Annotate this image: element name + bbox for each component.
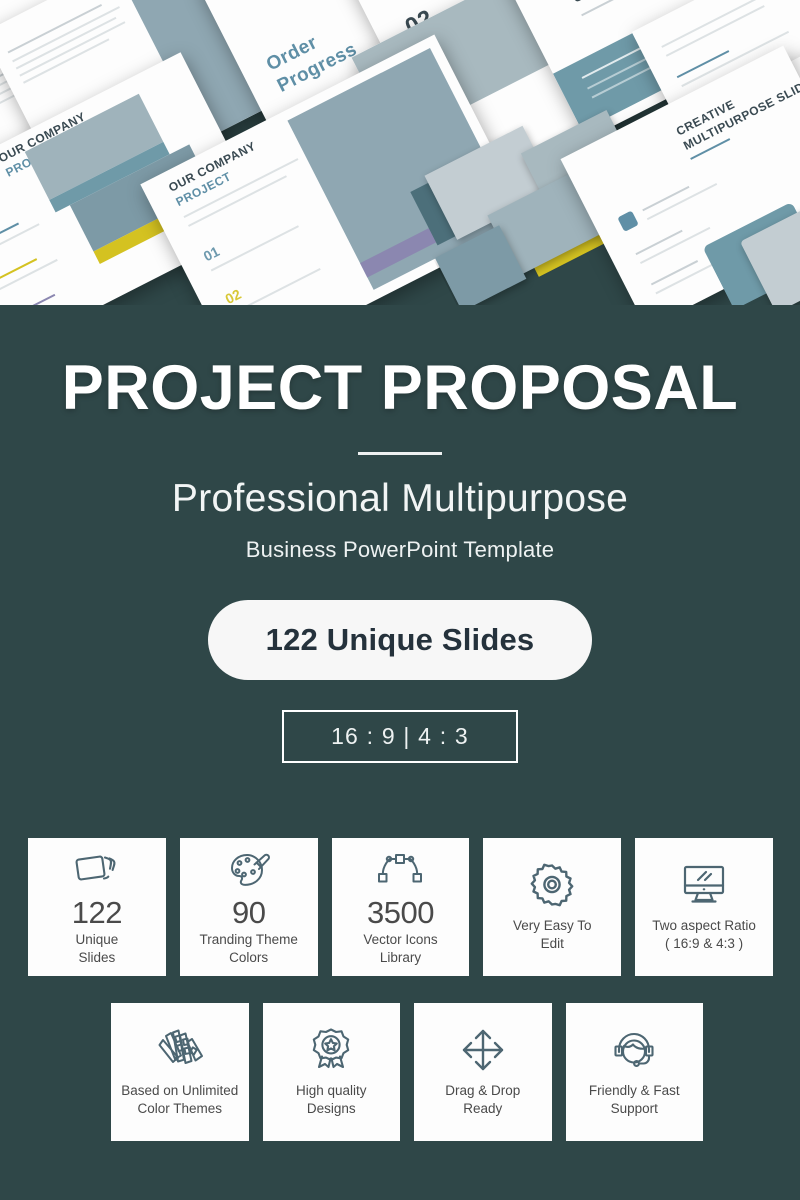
color-swatches-icon	[154, 1027, 206, 1073]
feature-card-label: Based on Unlimited Color Themes	[121, 1082, 239, 1116]
feature-card-number: 90	[231, 895, 266, 931]
feature-card-aspect-ratio[interactable]: Two aspect Ratio( 16:9 & 4:3 )	[635, 838, 773, 976]
feature-card-label: Very Easy To Edit	[513, 917, 592, 951]
feature-card-unique-slides[interactable]: 122 Unique Slides	[28, 838, 166, 976]
hero-subtitle: Professional Multipurpose	[171, 477, 629, 520]
feature-cards-row-1: 122 Unique Slides 90 Tranding Theme Colo…	[28, 838, 773, 976]
feature-card-easy-to-edit[interactable]: Very Easy To Edit	[483, 838, 622, 976]
feature-card-vector-icons[interactable]: 3500 Vector Icons Library	[331, 838, 470, 976]
palette-icon	[227, 847, 271, 893]
aspect-ratio-box-wrap: 16 : 9 | 4 : 3	[0, 709, 800, 763]
hero-subtitle-secondary: Business PowerPoint Template	[245, 536, 555, 562]
slides-count-badge-wrap: 122 Unique Slides	[0, 599, 800, 680]
feature-card-number: 3500	[367, 895, 434, 931]
monitor-icon	[679, 862, 729, 908]
poster-page: Order Progress 01 02 03 e	[0, 0, 800, 1200]
feature-card-label: Vector Icons Library	[363, 932, 438, 965]
title-divider	[358, 452, 442, 455]
feature-card-high-quality[interactable]: High quality Designs	[262, 1003, 400, 1141]
feature-card-support[interactable]: Friendly & Fast Support	[565, 1003, 703, 1141]
move-arrows-icon	[460, 1027, 506, 1073]
page-title: PROJECT PROPOSAL	[61, 353, 739, 423]
feature-card-number: 122	[71, 895, 123, 931]
feature-card-label: Two aspect Ratio( 16:9 & 4:3 )	[652, 917, 756, 951]
quality-badge-icon	[308, 1027, 354, 1073]
slides-stack-icon	[75, 847, 119, 893]
feature-cards-row-2: Based on Unlimited Color Themes High qual…	[111, 1003, 703, 1141]
gear-icon	[529, 862, 575, 908]
feature-card-label: Tranding Theme Colors	[199, 932, 298, 965]
feature-card-label: Friendly & Fast Support	[588, 1082, 680, 1116]
headset-support-icon	[610, 1027, 658, 1073]
slide-mockup-collage: Order Progress 01 02 03 e	[0, 0, 800, 305]
feature-card-color-themes[interactable]: Based on Unlimited Color Themes	[111, 1003, 249, 1141]
feature-card-theme-colors[interactable]: 90 Tranding Theme Colors	[179, 838, 318, 976]
feature-card-label: High quality Designs	[295, 1082, 367, 1116]
hero-section: PROJECT PROPOSAL Professional Multipurpo…	[0, 305, 800, 763]
aspect-ratio-box: 16 : 9 | 4 : 3	[282, 709, 518, 763]
bezier-pen-icon	[376, 847, 424, 893]
feature-card-drag-drop[interactable]: Drag & Drop Ready	[414, 1003, 552, 1141]
slides-count-badge[interactable]: 122 Unique Slides	[207, 599, 593, 680]
feature-card-label: Unique Slides	[75, 932, 119, 965]
feature-card-label: Drag & Drop Ready	[445, 1082, 521, 1116]
